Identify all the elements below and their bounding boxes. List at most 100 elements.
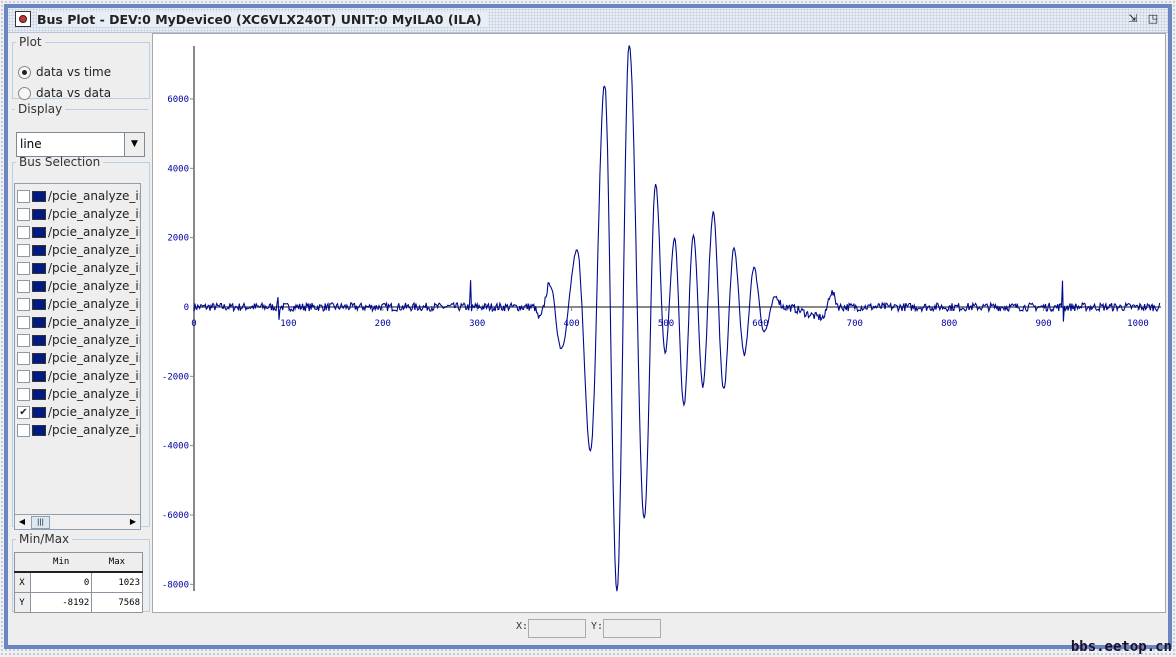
row-label: Y <box>14 592 31 613</box>
cell: 0 <box>29 571 93 593</box>
maximize-button[interactable]: ◳ <box>1146 12 1160 26</box>
y-tick-label: -6000 <box>162 511 189 521</box>
color-swatch[interactable] <box>32 388 46 400</box>
bus-plot-chart[interactable]: 6000 4000 2000 0 -2000 -4000 -6000 -8000 0 100 200… <box>153 34 1165 612</box>
checkbox[interactable] <box>17 279 30 293</box>
checkbox[interactable] <box>17 297 30 311</box>
color-swatch[interactable] <box>32 226 46 238</box>
y-tick-label: -2000 <box>162 372 189 382</box>
color-swatch[interactable] <box>32 262 46 274</box>
bus-list: /pcie_analyze_in ✔ /pcie_analyze_in/pcie_a… <box>14 183 141 530</box>
cell: 1023 <box>91 571 143 593</box>
checkbox[interactable] <box>17 207 30 221</box>
y-coord-field[interactable] <box>603 619 661 638</box>
bus-label: /pcie_analyze_in <box>48 225 141 239</box>
plot-area[interactable]: 6000 4000 2000 0 -2000 -4000 -6000 -8000 0 100 200… <box>152 33 1166 613</box>
left-panel: Plot data vs time data vs data Display l… <box>8 33 150 613</box>
bus-list-item[interactable]: /pcie_analyze_in <box>17 242 140 258</box>
color-swatch[interactable] <box>32 244 46 256</box>
bus-list-item[interactable]: /pcie_analyze_in <box>17 224 141 240</box>
chevron-down-icon[interactable]: ▼ <box>124 133 144 156</box>
bus-label: /pcie_analyze_in <box>48 189 141 203</box>
checkbox[interactable] <box>17 423 30 437</box>
radio-label: data vs time <box>36 65 112 79</box>
x-tick-label: 500 <box>658 319 674 329</box>
display-group: Display line ▼ <box>12 102 148 157</box>
bus-list-item[interactable]: /pcie_analyze_in <box>17 386 140 402</box>
radio-data-vs-time[interactable]: data vs time <box>18 65 111 79</box>
series-line <box>193 45 1161 592</box>
y-tick-label: 2000 <box>167 234 189 244</box>
table-row: Y -8192 7568 <box>14 592 143 613</box>
bus-list-item[interactable]: /pcie_analyze_in <box>17 206 140 222</box>
color-swatch[interactable] <box>32 424 46 436</box>
bus-label: /pcie_analyze_in <box>48 351 141 365</box>
bus-list-item[interactable]: /pcie_analyze_in <box>17 332 140 348</box>
color-swatch[interactable] <box>32 334 46 346</box>
restore-button[interactable]: ⇲ <box>1126 12 1140 26</box>
x-tick-label: 800 <box>941 319 957 329</box>
color-swatch[interactable] <box>32 190 46 202</box>
watermark: bbs.eetop.cn <box>1070 639 1172 655</box>
minmax-group: Min/Max Min Max X 0 1023 Y -8192 7568 <box>12 532 150 613</box>
color-swatch[interactable] <box>32 280 46 292</box>
bus-list-item[interactable]: /pcie_analyze_in <box>17 368 141 384</box>
checkbox[interactable] <box>17 315 30 329</box>
scroll-right-icon[interactable]: ▶ <box>126 515 140 529</box>
scroll-left-icon[interactable]: ◀ <box>15 515 29 529</box>
horizontal-scrollbar[interactable]: ◀ ||| ▶ <box>15 514 140 529</box>
col-header <box>14 552 31 573</box>
display-group-label: Display <box>18 102 63 116</box>
display-combo[interactable]: line ▼ <box>16 132 145 157</box>
checkbox[interactable] <box>17 261 30 275</box>
color-swatch[interactable] <box>32 208 46 220</box>
bus-label: /pcie_analyze_in <box>48 369 141 383</box>
bus-list-item[interactable]: /pcie_analyze_in <box>17 260 141 276</box>
table-row: X 0 1023 <box>14 571 143 593</box>
x-tick-label: 0 <box>191 319 196 329</box>
color-swatch[interactable] <box>32 298 46 310</box>
bus-list-item[interactable]: ✔ /pcie_analyze_in <box>17 404 140 420</box>
window-content: Plot data vs time data vs data Display l… <box>8 33 1168 645</box>
y-coord-label: Y: <box>591 621 604 632</box>
color-swatch[interactable] <box>32 406 46 418</box>
bus-list-item[interactable]: /pcie_analyze_in <box>17 188 141 204</box>
checkbox[interactable]: ✔ <box>17 405 30 419</box>
x-coord-field[interactable] <box>528 619 586 638</box>
color-swatch[interactable] <box>32 370 46 382</box>
bus-label: /pcie_analyze_in <box>48 261 141 275</box>
bus-label: /pcie_analyze_in <box>48 423 141 437</box>
checkbox[interactable] <box>17 243 30 257</box>
checkbox[interactable] <box>17 189 30 203</box>
color-swatch[interactable] <box>32 352 46 364</box>
bus-label: /pcie_analyze_in <box>48 297 141 311</box>
radio-unselected-icon <box>18 86 31 100</box>
y-tick-label: 6000 <box>167 95 189 105</box>
row-label: X <box>14 571 31 593</box>
app-icon <box>15 11 31 27</box>
color-swatch[interactable] <box>32 316 46 328</box>
bus-list-item[interactable]: /pcie_analyze_in <box>17 296 141 312</box>
checkbox[interactable] <box>17 351 30 365</box>
plot-group: Plot data vs time data vs data <box>12 35 150 100</box>
radio-data-vs-data[interactable]: data vs data <box>18 86 111 100</box>
bus-list-item[interactable]: /pcie_analyze_in <box>17 278 140 294</box>
minmax-label: Min/Max <box>19 532 70 546</box>
display-combo-value: line <box>20 137 42 151</box>
y-tick-label: 0 <box>184 303 189 313</box>
bus-list-item[interactable]: /pcie_analyze_in <box>17 350 141 366</box>
col-header-max: Max <box>91 552 143 573</box>
y-tick-label: -4000 <box>162 442 189 452</box>
bus-label: /pcie_analyze_in <box>48 315 141 329</box>
x-tick-label: 100 <box>280 319 296 329</box>
checkbox[interactable] <box>17 333 30 347</box>
title-bar[interactable]: Bus Plot - DEV:0 MyDevice0 (XC6VLX240T) … <box>8 8 1168 33</box>
checkbox[interactable] <box>17 369 30 383</box>
scroll-thumb[interactable]: ||| <box>31 516 50 529</box>
checkbox[interactable] <box>17 387 30 401</box>
checkbox[interactable] <box>17 225 30 239</box>
bus-list-item[interactable]: /pcie_analyze_in <box>17 314 141 330</box>
cell: 7568 <box>91 592 143 613</box>
y-tick-label: -8000 <box>162 580 189 590</box>
bus-list-item[interactable]: /pcie_analyze_in <box>17 422 141 438</box>
